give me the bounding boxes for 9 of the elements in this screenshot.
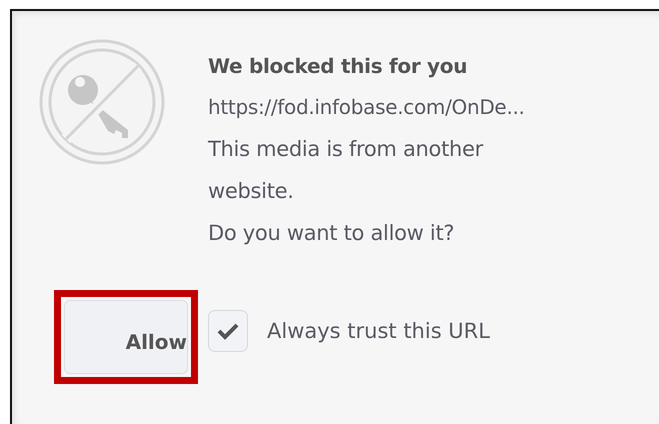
dialog-question: Do you want to allow it? — [208, 220, 456, 247]
trust-checkbox[interactable] — [208, 310, 248, 352]
allow-button[interactable]: Allow — [64, 300, 188, 374]
blocked-key-icon — [38, 38, 166, 166]
blocked-url: https://fod.infobase.com/OnDe... — [208, 94, 526, 121]
dialog-message: This media is from another website. — [208, 136, 484, 205]
checkmark-icon — [216, 321, 240, 341]
trust-checkbox-label: Always trust this URL — [267, 319, 490, 343]
dialog-title: We blocked this for you — [208, 53, 468, 80]
